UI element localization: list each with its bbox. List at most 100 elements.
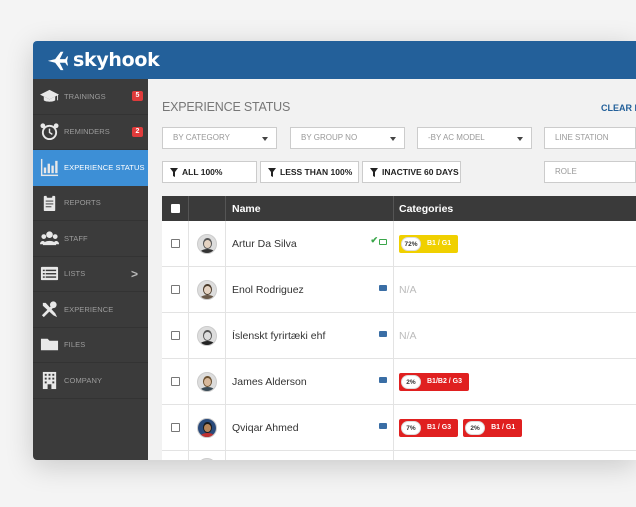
category-label: B1 / G1 xyxy=(491,424,516,431)
sidebar-item-label: REPORTS xyxy=(64,198,101,208)
sidebar-item-experience-status[interactable]: EXPERIENCE STATUS xyxy=(33,150,148,186)
category-badge[interactable]: 2% B1/B2 / G3 xyxy=(399,372,470,391)
avatar-cell xyxy=(189,221,226,266)
avatar-cell xyxy=(189,313,226,358)
category-label: B1/B2 / G3 xyxy=(427,378,463,385)
avatar xyxy=(197,233,217,254)
name-cell: Íslenskt fyrirtæki ehf xyxy=(226,313,394,358)
sidebar-item-trainings[interactable]: TRAININGS 5 xyxy=(33,79,148,115)
sidebar-item-label: STAFF xyxy=(64,233,88,243)
avatar xyxy=(197,279,217,300)
filter-icon xyxy=(370,167,378,177)
folder-icon xyxy=(39,335,59,355)
person-name[interactable]: Qviqar Ahmed xyxy=(232,422,299,434)
mail-icon[interactable] xyxy=(379,423,387,429)
select-placeholder: -BY AC MODEL xyxy=(428,133,485,142)
table-row[interactable]: Qviqar Ahmed 7% B1 / G3 2% B1 / G1 xyxy=(162,405,636,451)
caret-down-icon xyxy=(390,137,396,141)
person-name[interactable]: Artur Da Silva xyxy=(232,238,297,250)
row-checkbox[interactable] xyxy=(170,285,180,294)
sidebar-item-label: LISTS xyxy=(64,269,86,279)
input-placeholder: ROLE xyxy=(555,167,577,176)
sidebar-item-label: COMPANY xyxy=(64,375,103,385)
button-label: ALL 100% xyxy=(182,167,223,177)
mail-icon[interactable] xyxy=(379,285,387,291)
categories-cell: 2% B1/B2 / G3 xyxy=(394,359,636,404)
mail-icon[interactable] xyxy=(379,377,387,383)
all-100-filter-button[interactable]: ALL 100% xyxy=(162,161,257,183)
person-name[interactable]: James Alderson xyxy=(232,376,307,388)
caret-down-icon xyxy=(262,137,268,141)
name-cell: James Alderson xyxy=(226,359,394,404)
row-check-cell xyxy=(162,451,189,460)
sidebar-item-lists[interactable]: LISTS > xyxy=(33,257,148,292)
graduation-cap-icon xyxy=(39,86,59,106)
less-than-100-filter-button[interactable]: LESS THAN 100% xyxy=(260,161,359,183)
line-station-filter-select[interactable]: LINE STATION xyxy=(544,127,636,149)
row-checkbox[interactable] xyxy=(170,239,180,248)
clear-filters-link[interactable]: CLEAR FI xyxy=(601,103,636,113)
categories-cell: N/A xyxy=(394,313,636,358)
avatar-cell xyxy=(189,359,226,404)
row-checkbox[interactable] xyxy=(170,331,180,340)
table-row[interactable]: Artur Da Silva ✔ 72% B1 / G1 xyxy=(162,221,636,267)
avatar-cell xyxy=(189,267,226,312)
name-column-header[interactable]: Name xyxy=(226,196,394,221)
categories-cell: 72% B1 / G1 xyxy=(394,221,636,266)
row-checkbox[interactable] xyxy=(170,377,180,386)
button-label: LESS THAN 100% xyxy=(280,167,353,177)
mail-icon[interactable] xyxy=(379,239,387,245)
avatar xyxy=(197,417,217,438)
sidebar-item-files[interactable]: FILES xyxy=(33,328,148,363)
sidebar-item-experience[interactable]: EXPERIENCE xyxy=(33,292,148,328)
group-filter-select[interactable]: BY GROUP NO xyxy=(290,127,405,149)
select-all-checkbox[interactable] xyxy=(170,204,180,213)
avatar-cell xyxy=(189,405,226,450)
categories-column-header[interactable]: Categories xyxy=(394,196,636,221)
avatar-cell xyxy=(189,451,226,460)
sidebar-item-reminders[interactable]: REMINDERS 2 xyxy=(33,115,148,150)
table-row[interactable]: Íslenskt fyrirtæki ehf N/A xyxy=(162,313,636,359)
name-cell: Qviqar Ahmed xyxy=(226,405,394,450)
airplane-logo-icon xyxy=(47,51,68,71)
category-badge[interactable]: 2% B1 / G1 xyxy=(463,418,523,437)
mail-icon[interactable] xyxy=(379,331,387,337)
table-row[interactable]: James Alderson 2% B1/B2 / G3 xyxy=(162,359,636,405)
top-bar: skyhook xyxy=(33,41,636,79)
person-name[interactable]: Íslenskt fyrirtæki ehf xyxy=(232,330,325,342)
sidebar-item-staff[interactable]: STAFF xyxy=(33,221,148,257)
avatar-header xyxy=(189,196,226,221)
person-name[interactable]: Enol Rodriguez xyxy=(232,284,304,296)
notification-badge: 2 xyxy=(132,126,143,137)
building-icon xyxy=(39,370,59,390)
category-filter-select[interactable]: BY CATEGORY xyxy=(162,127,277,149)
table-row[interactable]: Enol Rodriguez N/A xyxy=(162,267,636,313)
select-placeholder: BY CATEGORY xyxy=(173,133,230,142)
ac-model-filter-select[interactable]: -BY AC MODEL xyxy=(417,127,532,149)
app-window: skyhook TRAININGS 5 REMINDERS 2 EXPERIEN… xyxy=(33,41,636,460)
percent-chip: 7% xyxy=(401,420,421,435)
percent-chip: 2% xyxy=(401,374,421,389)
list-icon xyxy=(39,264,59,284)
select-all-cell xyxy=(162,196,189,221)
chevron-right-icon: > xyxy=(130,266,138,281)
table-row[interactable] xyxy=(162,451,636,460)
tools-icon xyxy=(39,299,59,319)
notification-badge: 5 xyxy=(132,91,143,101)
sidebar-item-company[interactable]: COMPANY xyxy=(33,363,148,399)
table-header: Name Categories xyxy=(162,196,636,221)
sidebar-item-reports[interactable]: REPORTS xyxy=(33,186,148,221)
main-content: EXPERIENCE STATUS CLEAR FI BY CATEGORY B… xyxy=(148,79,636,460)
row-check-cell xyxy=(162,405,189,450)
row-checkbox[interactable] xyxy=(170,423,180,432)
category-label: B1 / G1 xyxy=(427,240,452,247)
name-cell: Enol Rodriguez xyxy=(226,267,394,312)
categories-cell: N/A xyxy=(394,267,636,312)
inactive-60-days-filter-button[interactable]: INACTIVE 60 DAYS xyxy=(362,161,461,183)
role-filter-input[interactable]: ROLE xyxy=(544,161,636,183)
category-badge[interactable]: 7% B1 / G3 xyxy=(399,418,459,437)
filter-icon xyxy=(170,167,178,177)
row-check-cell xyxy=(162,359,189,404)
category-badge[interactable]: 72% B1 / G1 xyxy=(399,234,459,253)
logo[interactable]: skyhook xyxy=(46,49,160,71)
